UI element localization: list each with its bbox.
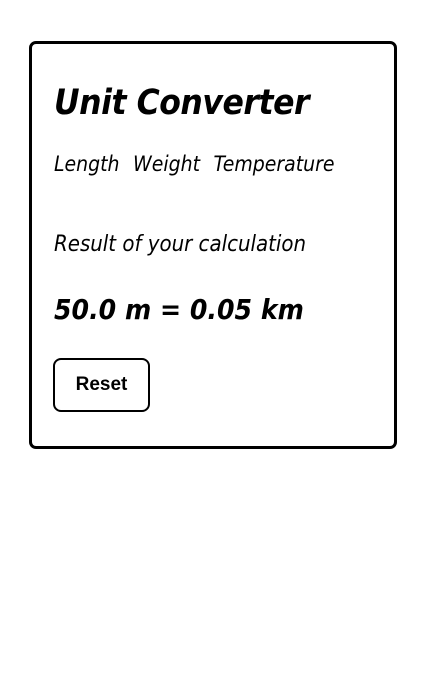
nav-link-length[interactable]: Length <box>54 154 120 175</box>
nav-link-weight[interactable]: Weight <box>133 154 200 175</box>
converter-card: Unit Converter Length Weight Temperature… <box>29 41 397 449</box>
result-label: Result of your calculation <box>54 232 307 257</box>
nav-link-temperature[interactable]: Temperature <box>213 154 334 175</box>
page-title: Unit Converter <box>54 83 310 123</box>
result-value: 50.0 m = 0.05 km <box>54 293 304 326</box>
unit-nav: Length Weight Temperature <box>54 154 335 175</box>
reset-button[interactable]: Reset <box>53 358 150 412</box>
